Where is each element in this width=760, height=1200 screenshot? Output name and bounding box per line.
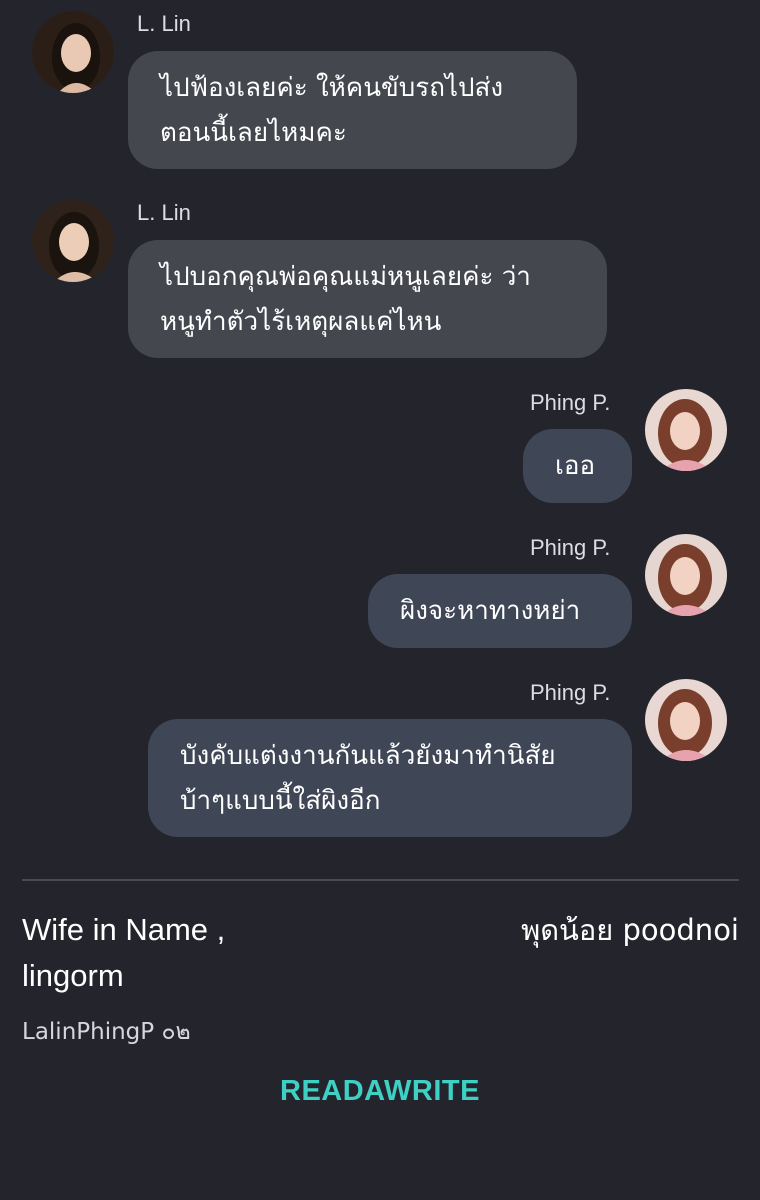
message-text-line: บังคับแต่งงานกันแล้วยังมาทำนิสัย <box>180 741 556 771</box>
story-title-line: lingorm <box>22 958 124 993</box>
phing-avatar-icon[interactable] <box>645 679 727 761</box>
story-title-line: Wife in Name , <box>22 912 226 947</box>
chat-thread: L. Lin ไปฟ้องเลยค่ะ ให้คนขับรถไปส่ง ตอนน… <box>0 0 760 880</box>
chapter-name: LalinPhingP ๐๒ <box>22 1019 191 1045</box>
readawrite-logo: READAWRITE <box>280 1075 480 1107</box>
footer-divider <box>22 879 739 881</box>
message-bubble[interactable]: บังคับแต่งงานกันแล้วยังมาทำนิสัย บ้าๆแบบ… <box>148 719 632 837</box>
message-outgoing: Phing P. บังคับแต่งงานกันแล้วยังมาทำนิสั… <box>0 0 760 845</box>
message-text-line: บ้าๆแบบนี้ใส่ผิงอีก <box>180 786 381 816</box>
story-title[interactable]: Wife in Name , lingorm <box>22 907 225 999</box>
author-name[interactable]: พุดน้อย poodnoi <box>521 907 739 953</box>
sender-name: Phing P. <box>530 680 611 705</box>
